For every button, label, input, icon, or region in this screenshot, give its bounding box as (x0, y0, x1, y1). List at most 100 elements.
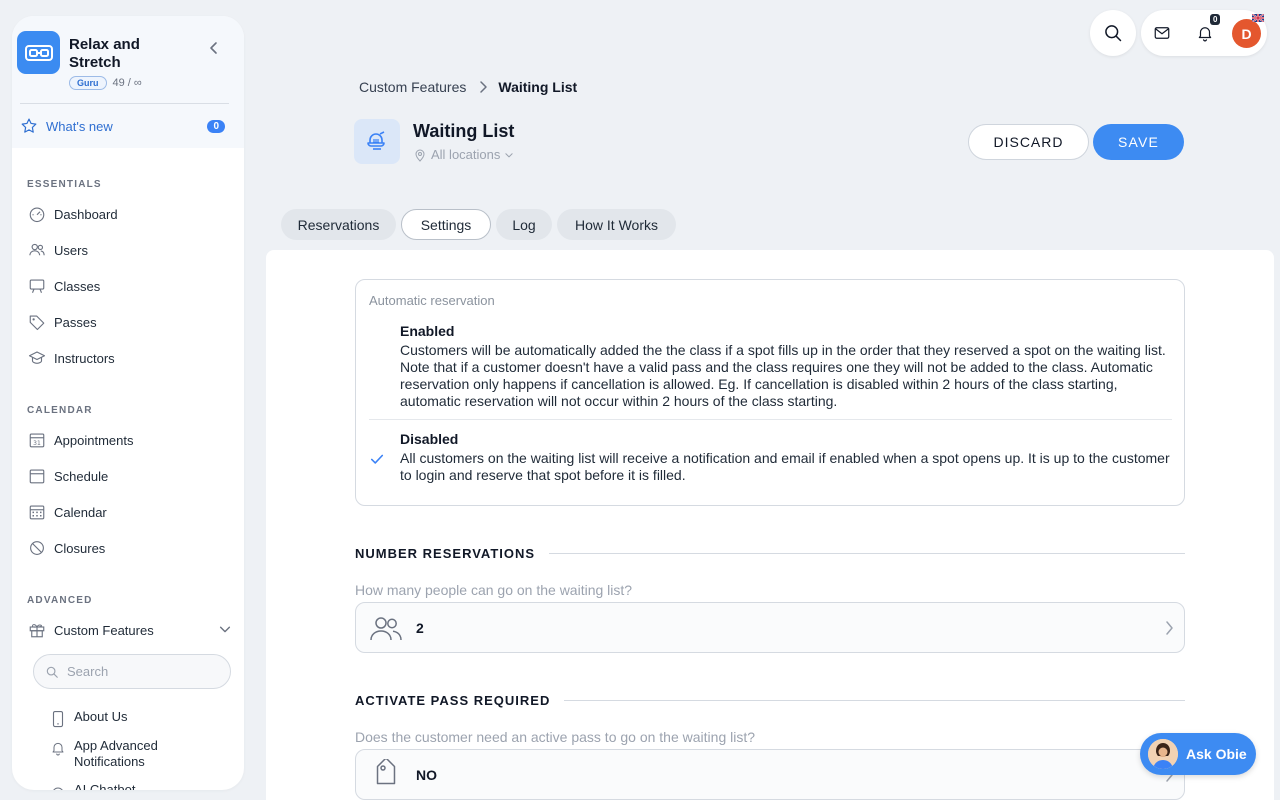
number-reservations-field[interactable]: 2 (355, 602, 1185, 653)
nav-label: Calendar (54, 504, 107, 520)
nav-closures[interactable]: Closures (27, 538, 232, 558)
nav-classes[interactable]: Classes (27, 276, 232, 296)
chevron-right-icon (478, 80, 488, 94)
nav-appointments[interactable]: 31 Appointments (27, 430, 232, 450)
dashboard-icon (27, 204, 47, 224)
user-avatar[interactable]: D (1232, 19, 1261, 48)
calendar-31-icon: 31 (27, 430, 47, 450)
sub-item-label: App Advanced Notifications (74, 738, 158, 769)
option-title: Enabled (400, 323, 455, 339)
activate-pass-field[interactable]: NO (355, 749, 1185, 800)
tab-reservations[interactable]: Reservations (281, 209, 396, 240)
breadcrumb: Custom Features Waiting List (359, 79, 577, 95)
notifications-count: 0 (1210, 14, 1221, 25)
star-icon (21, 118, 37, 133)
section-essentials: ESSENTIALS (27, 179, 102, 190)
uk-flag-icon[interactable] (1252, 14, 1264, 22)
sidebar-search-input[interactable] (67, 664, 217, 679)
top-actions: 0 D (1141, 10, 1267, 56)
brand-meta: Guru 49 / ∞ (69, 76, 142, 90)
notifications-bell-icon[interactable] (1196, 23, 1214, 48)
ask-obie-label: Ask Obie (1186, 746, 1247, 762)
nav-custom-features[interactable]: Custom Features (27, 620, 232, 640)
breadcrumb-parent[interactable]: Custom Features (359, 79, 466, 95)
prohibited-icon (27, 538, 47, 558)
nav-label: Custom Features (54, 622, 154, 638)
number-reservations-question: How many people can go on the waiting li… (355, 582, 633, 598)
section-advanced: ADVANCED (27, 595, 93, 606)
save-button[interactable]: SAVE (1093, 124, 1184, 160)
option-description: Customers will be automatically added th… (400, 342, 1166, 409)
nav-label: Dashboard (54, 206, 118, 222)
divider (20, 103, 229, 104)
sub-item-label: About Us (74, 709, 128, 724)
nav-label: Instructors (54, 350, 115, 366)
usage-count: 49 / ∞ (112, 77, 142, 89)
location-label: All locations (431, 147, 501, 162)
section-title: ACTIVATE PASS REQUIRED (355, 693, 551, 708)
option-title: Disabled (400, 431, 459, 447)
nav-label: Passes (54, 314, 97, 330)
bell-icon (48, 738, 68, 758)
nav-label: Appointments (54, 432, 134, 448)
discard-button[interactable]: DISCARD (968, 124, 1089, 160)
chevron-left-icon (210, 42, 217, 54)
breadcrumb-current: Waiting List (498, 79, 578, 95)
svg-text:31: 31 (33, 440, 41, 447)
whats-new-link[interactable]: What's new 0 (20, 116, 229, 136)
waiting-list-feature-icon (354, 119, 400, 164)
sub-item-ai-chatbot[interactable]: AI Chatbot (48, 782, 228, 790)
search-icon (46, 666, 58, 678)
page-title: Waiting List (413, 121, 515, 141)
nav-calendar[interactable]: Calendar (27, 502, 232, 522)
nav-label: Classes (54, 278, 101, 294)
number-reservations-heading: NUMBER RESERVATIONS (355, 546, 1185, 561)
chevron-down-icon (505, 152, 513, 157)
chat-icon (48, 782, 68, 790)
users-icon (356, 614, 416, 642)
users-icon (27, 240, 47, 260)
calendar-icon (27, 466, 47, 486)
sub-item-app-advanced-notifications[interactable]: App Advanced Notifications (48, 738, 228, 770)
nav-label: Users (54, 242, 88, 258)
graduation-cap-icon (27, 348, 47, 368)
ask-obie-button[interactable]: Ask Obie (1140, 733, 1256, 775)
brand-header: Relax and Stretch Guru 49 / ∞ What's new… (12, 16, 244, 148)
sidebar-search[interactable] (33, 654, 231, 689)
activate-pass-heading: ACTIVATE PASS REQUIRED (355, 693, 1185, 708)
location-selector[interactable]: All locations (414, 147, 514, 162)
nav-instructors[interactable]: Instructors (27, 348, 232, 368)
chevron-down-icon (218, 622, 232, 639)
nav-passes[interactable]: Passes (27, 312, 232, 332)
chevron-right-icon (1164, 620, 1174, 636)
divider (564, 700, 1185, 701)
phone-icon (48, 709, 68, 729)
option-description: All customers on the waiting list will r… (400, 450, 1170, 483)
collapse-sidebar-button[interactable] (206, 40, 222, 56)
nav-dashboard[interactable]: Dashboard (27, 204, 232, 224)
automatic-reservation-group: Automatic reservation Enabled Customers … (355, 279, 1185, 506)
section-calendar: CALENDAR (27, 405, 93, 416)
assistant-avatar (1148, 739, 1178, 769)
whats-new-count: 0 (207, 119, 225, 133)
divider (369, 419, 1172, 420)
classes-icon (27, 276, 47, 296)
nav-label: Schedule (54, 468, 109, 484)
sub-item-about-us[interactable]: About Us (48, 709, 228, 729)
nav-schedule[interactable]: Schedule (27, 466, 232, 486)
tag-icon (356, 758, 416, 791)
nav-users[interactable]: Users (27, 240, 232, 260)
section-title: NUMBER RESERVATIONS (355, 546, 536, 561)
tab-settings[interactable]: Settings (401, 209, 491, 240)
tag-icon (27, 312, 47, 332)
search-icon (1105, 25, 1122, 42)
brand-logo[interactable] (17, 31, 60, 74)
tab-log[interactable]: Log (496, 209, 552, 240)
number-reservations-value: 2 (416, 619, 424, 636)
brand-name: Relax and Stretch (69, 36, 140, 71)
global-search-button[interactable] (1090, 10, 1136, 56)
tab-how-it-works[interactable]: How It Works (557, 209, 676, 240)
sidebar: Relax and Stretch Guru 49 / ∞ What's new… (12, 16, 244, 790)
mail-icon[interactable] (1153, 24, 1171, 47)
nav-label: Closures (54, 540, 106, 556)
